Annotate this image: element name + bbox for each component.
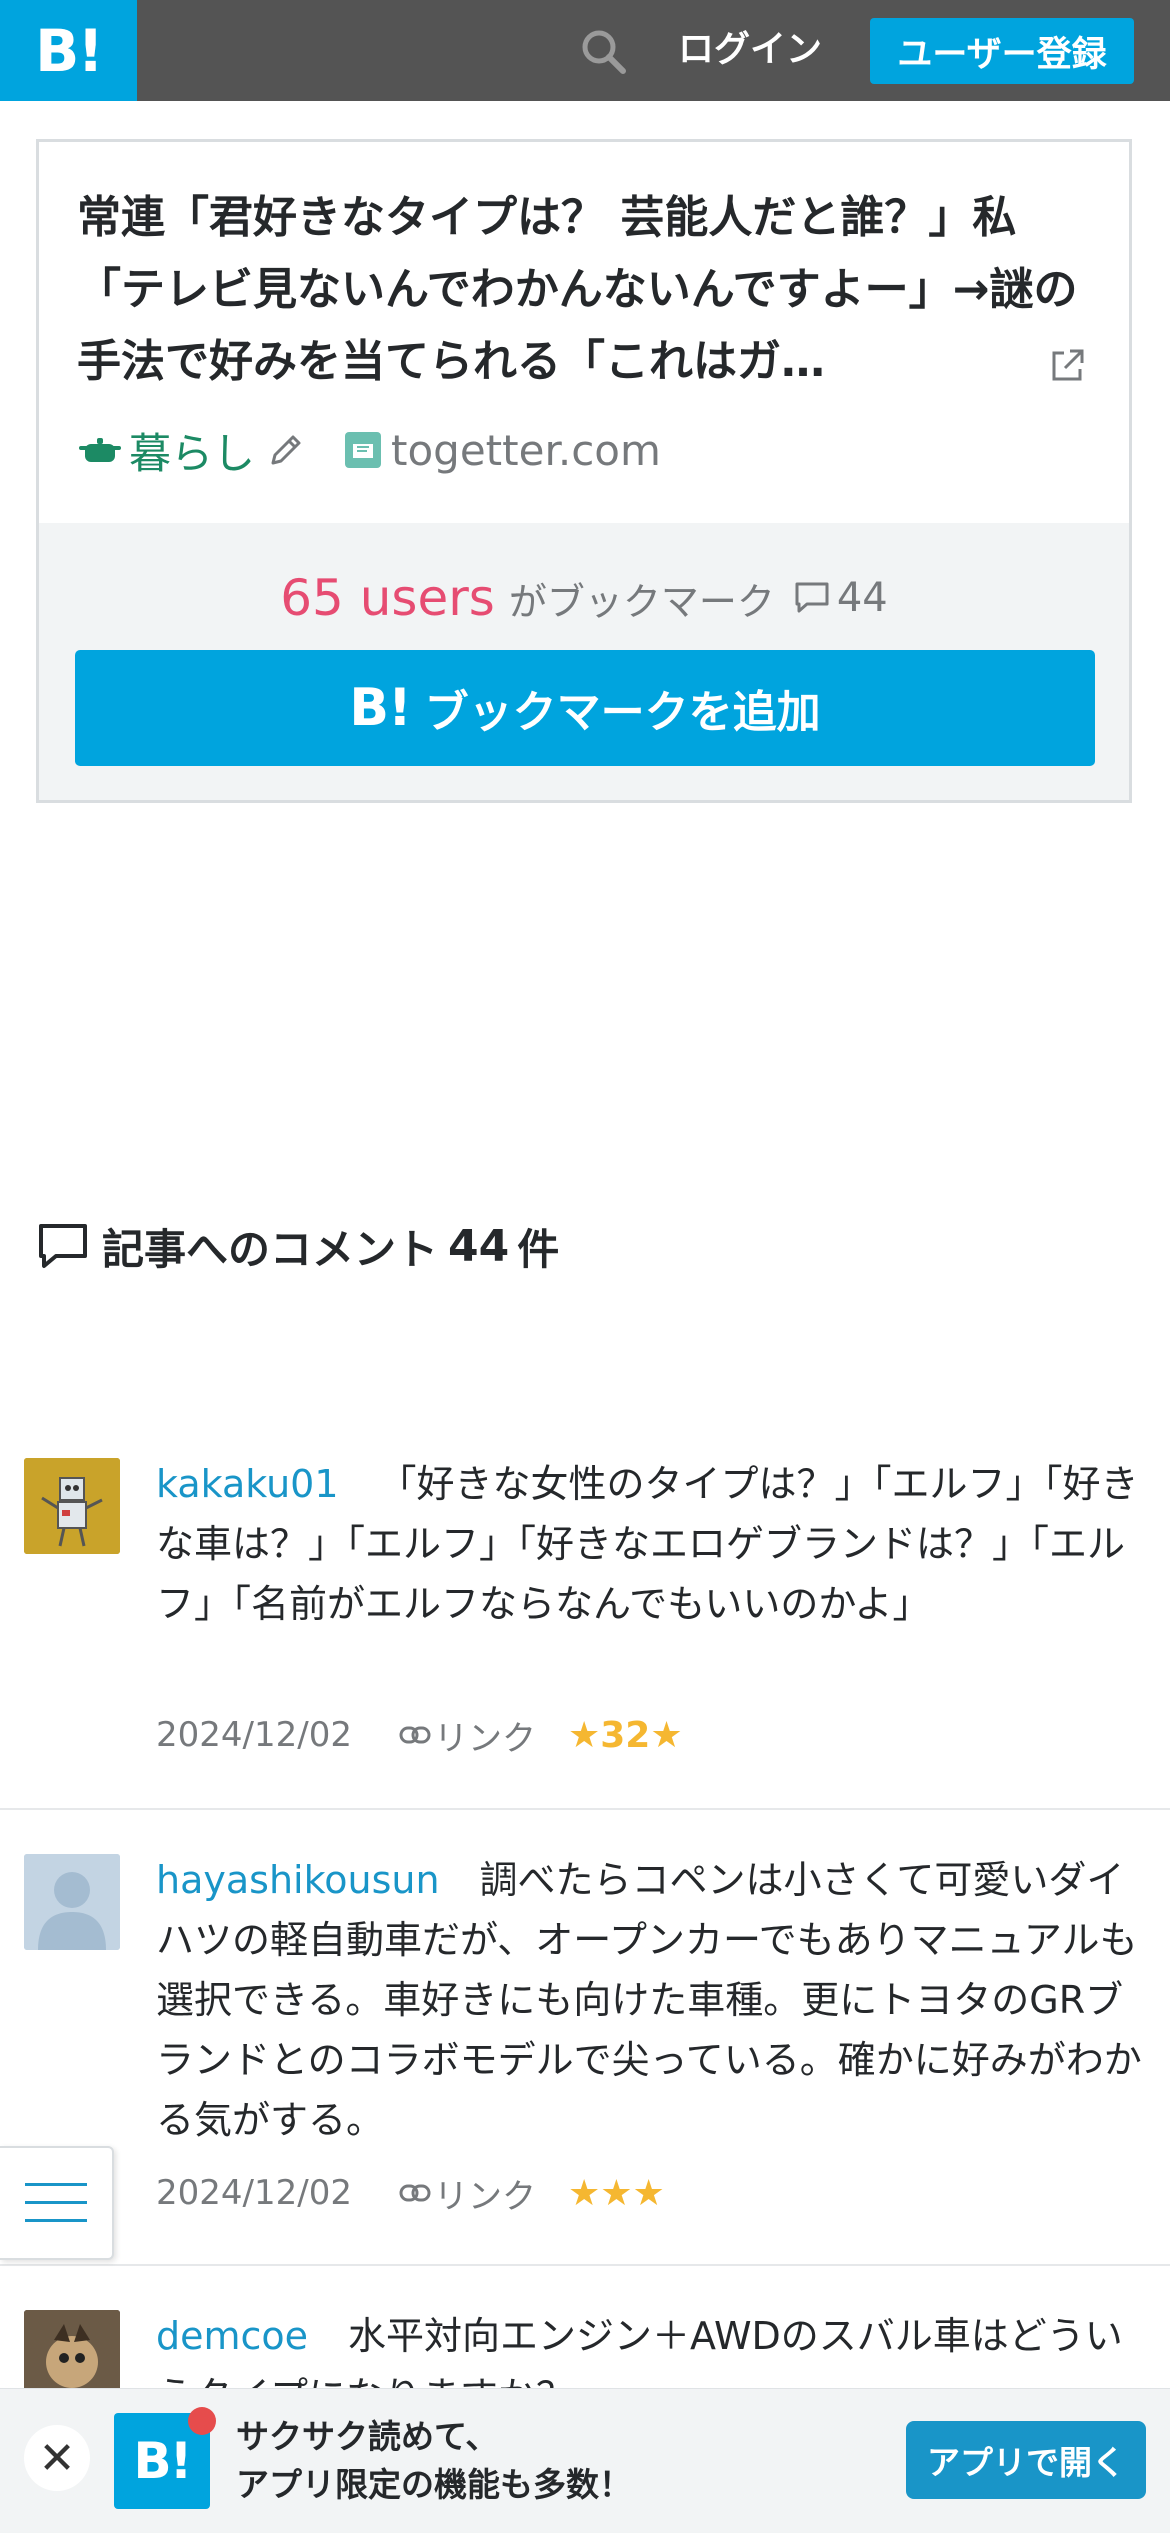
comment-username[interactable]: demcoe [156,2314,308,2358]
avatar[interactable] [24,2310,120,2388]
entry-card: 常連「君好きなタイプは？ 芸能人だと誰？」私「テレビ見ないんでわかんないんですよ… [36,139,1132,803]
comment-username[interactable]: hayashikousun [156,1858,440,1902]
comment-username[interactable]: kakaku01 [156,1462,339,1506]
comment-body: hayashikousun 調べたらコペンは小さくて可愛いダイハツの軽自動車だが、… [156,1850,1146,2150]
comments-heading-text: 記事へのコメント [102,1224,439,1274]
comment-link[interactable]: リンク [434,2169,536,2218]
comment-body: kakaku01 「好きな女性のタイプは？」「エルフ」「好きな車は？」「エルフ」「… [156,1454,1146,1634]
comment-meta: 2024/12/02 リンク ★★★ [156,2168,665,2218]
avatar[interactable] [24,1458,120,1554]
top-header: B! ログイン ユーザー登録 [0,0,1170,101]
app-promo-banner: ✕ B! サクサク読めて、 アプリ限定の機能も多数！ アプリで開く [0,2388,1170,2533]
users-suffix: がブックマーク [508,579,775,624]
open-app-button[interactable]: アプリで開く [906,2421,1146,2499]
star-rating[interactable]: ★32★ [568,1715,683,1756]
link-icon[interactable] [398,1724,432,1746]
comment-item: kakaku01 「好きな女性のタイプは？」「エルフ」「好きな車は？」「エルフ」「… [0,1440,1170,1810]
hatena-logo[interactable]: B! [0,0,137,101]
comment-icon [795,582,829,613]
notification-dot [188,2407,216,2435]
add-bookmark-button[interactable]: B! ブックマークを追加 [75,650,1095,766]
comment-item: hayashikousun 調べたらコペンは小さくて可愛いダイハツの軽自動車だが、… [0,1836,1170,2266]
app-promo-line2: アプリ限定の機能も多数！ [236,2465,632,2504]
entry-domain[interactable]: togetter.com [391,426,661,475]
comments-heading-count: 44 [448,1220,510,1272]
register-button[interactable]: ユーザー登録 [870,18,1134,84]
comments-heading-unit: 件 [517,1224,560,1274]
login-link[interactable]: ログイン [678,22,822,78]
users-count[interactable]: 65 users [280,569,495,627]
togetter-favicon [345,432,382,468]
entry-title[interactable]: 常連「君好きなタイプは？ 芸能人だと誰？」私「テレビ見ないんでわかんないんですよ… [77,182,1097,398]
app-promo-text: サクサク読めて、 アプリ限定の機能も多数！ [236,2413,632,2509]
pencil-icon[interactable] [267,431,305,469]
comment-count: 44 [836,575,888,621]
close-icon[interactable]: ✕ [24,2425,90,2491]
category-label[interactable]: 暮らし [129,420,255,481]
pot-icon [79,438,121,462]
comment-link[interactable]: リンク [434,1711,536,1760]
comment-date[interactable]: 2024/12/02 [156,2173,352,2213]
bookmark-count-row: 65 users がブックマーク 44 [39,563,1129,633]
divider [0,2264,1170,2266]
bookmark-logo: B! [349,678,411,738]
search-icon[interactable] [578,26,628,76]
bookmark-panel: 65 users がブックマーク 44 B! ブックマークを追加 [39,523,1129,800]
link-icon[interactable] [398,2182,432,2204]
star-rating[interactable]: ★★★ [568,2173,665,2214]
comment-item: demcoe水平対向エンジン＋AWDのスバル車はどういうタイプになりますか？ [0,2292,1170,2388]
comments-heading: 記事へのコメント 44 件 [36,1216,559,1276]
speech-bubble-icon [39,1224,87,1268]
menu-button[interactable] [0,2146,114,2260]
hamburger-icon [25,2183,87,2222]
avatar[interactable] [24,1854,120,1950]
comment-date[interactable]: 2024/12/02 [156,1715,352,1755]
app-promo-line1: サクサク読めて、 [236,2417,499,2456]
divider [0,1808,1170,1810]
external-link-icon[interactable] [1047,346,1087,386]
add-bookmark-label: ブックマークを追加 [424,687,821,738]
comment-meta: 2024/12/02 リンク ★32★ [156,1710,683,1760]
entry-meta: 暮らし togetter.com [77,422,661,478]
comment-body: demcoe水平対向エンジン＋AWDのスバル車はどういうタイプになりますか？ [156,2306,1146,2388]
